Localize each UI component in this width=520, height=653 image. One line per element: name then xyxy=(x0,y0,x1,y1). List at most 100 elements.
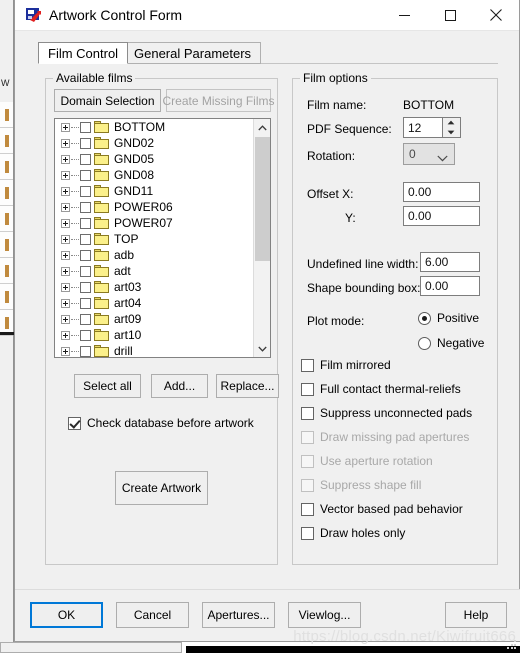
expand-icon[interactable] xyxy=(61,202,70,212)
folder-icon xyxy=(94,121,109,133)
expand-icon[interactable] xyxy=(61,234,70,244)
create-missing-films-button[interactable]: Create Missing Films xyxy=(162,89,275,112)
tree-item-checkbox[interactable] xyxy=(80,329,91,341)
tree-item-checkbox[interactable] xyxy=(80,169,91,181)
checkbox-box xyxy=(301,406,314,420)
offset-x-input[interactable]: 0.00 xyxy=(403,182,480,202)
tree-item-checkbox[interactable] xyxy=(80,297,91,309)
offset-x-label: Offset X: xyxy=(307,187,354,201)
title-bar[interactable]: Artwork Control Form xyxy=(15,0,519,31)
domain-selection-button[interactable]: Domain Selection xyxy=(54,89,161,112)
add-button[interactable]: Add... xyxy=(151,374,208,398)
tree-item[interactable]: TOP xyxy=(55,231,253,247)
tree-item-checkbox[interactable] xyxy=(80,249,91,261)
expand-icon[interactable] xyxy=(61,186,70,196)
tree-item-checkbox[interactable] xyxy=(80,121,91,133)
ok-button[interactable]: OK xyxy=(30,602,103,628)
tree-item-checkbox[interactable] xyxy=(80,153,91,165)
check-database-before-artwork-checkbox[interactable]: Check database before artwork xyxy=(68,416,254,430)
minimize-icon[interactable] xyxy=(381,0,427,30)
tree-item[interactable]: BOTTOM xyxy=(55,119,253,135)
folder-icon xyxy=(94,217,109,229)
tree-item-checkbox[interactable] xyxy=(80,217,91,229)
plot-mode-positive-radio[interactable]: Positive xyxy=(418,311,479,325)
tree-item-checkbox[interactable] xyxy=(80,265,91,277)
scrollbar-thumb[interactable] xyxy=(255,137,270,261)
tree-connector xyxy=(71,190,79,192)
folder-icon xyxy=(94,345,109,357)
expand-icon[interactable] xyxy=(61,282,70,292)
expand-icon[interactable] xyxy=(61,170,70,180)
tree-item-checkbox[interactable] xyxy=(80,313,91,325)
tree-item[interactable]: adt xyxy=(55,263,253,279)
tab-general-parameters[interactable]: General Parameters xyxy=(124,42,262,64)
expand-icon[interactable] xyxy=(61,138,70,148)
draw-holes-only-checkbox[interactable]: Draw holes only xyxy=(301,526,405,540)
rotation-select[interactable]: 0 xyxy=(403,143,455,165)
cancel-button[interactable]: Cancel xyxy=(116,602,189,628)
folder-icon xyxy=(94,281,109,293)
offset-y-input[interactable]: 0.00 xyxy=(403,206,480,226)
tree-item-checkbox[interactable] xyxy=(80,201,91,213)
tree-item[interactable]: art04 xyxy=(55,295,253,311)
tree-item[interactable]: GND08 xyxy=(55,167,253,183)
tree-item[interactable]: art10 xyxy=(55,327,253,343)
tree-item[interactable]: GND11 xyxy=(55,183,253,199)
resize-grip[interactable] xyxy=(507,640,517,650)
tree-item-checkbox[interactable] xyxy=(80,345,91,357)
shape-bounding-box-input[interactable]: 0.00 xyxy=(420,276,480,296)
tree-item[interactable]: GND05 xyxy=(55,151,253,167)
check-database-label: Check database before artwork xyxy=(87,416,254,430)
pdf-sequence-stepper[interactable] xyxy=(443,117,461,138)
expand-icon[interactable] xyxy=(61,266,70,276)
films-list-scrollbar[interactable] xyxy=(253,119,270,357)
help-button[interactable]: Help xyxy=(445,602,507,628)
tree-item[interactable]: art09 xyxy=(55,311,253,327)
tree-item-checkbox[interactable] xyxy=(80,185,91,197)
create-artwork-button[interactable]: Create Artwork xyxy=(115,471,208,505)
expand-icon[interactable] xyxy=(61,218,70,228)
expand-icon[interactable] xyxy=(61,298,70,308)
tree-item[interactable]: GND02 xyxy=(55,135,253,151)
tree-item[interactable]: art03 xyxy=(55,279,253,295)
select-all-button[interactable]: Select all xyxy=(74,374,141,398)
stepper-up-icon[interactable] xyxy=(443,118,459,127)
suppress-unconnected-pads-checkbox[interactable]: Suppress unconnected pads xyxy=(301,406,472,420)
tree-item[interactable]: adb xyxy=(55,247,253,263)
replace-button[interactable]: Replace... xyxy=(216,374,279,398)
close-icon[interactable] xyxy=(473,0,519,30)
tab-film-control[interactable]: Film Control xyxy=(38,42,129,64)
full-contact-thermal-reliefs-label: Full contact thermal-reliefs xyxy=(320,382,461,396)
plot-mode-negative-radio[interactable]: Negative xyxy=(418,336,484,350)
viewlog-label: Viewlog... xyxy=(298,608,351,622)
tree-item-checkbox[interactable] xyxy=(80,137,91,149)
draw-missing-pad-apertures-checkbox: Draw missing pad apertures xyxy=(301,430,469,444)
vector-based-pad-behavior-checkbox[interactable]: Vector based pad behavior xyxy=(301,502,463,516)
undefined-line-width-input[interactable]: 6.00 xyxy=(420,252,480,272)
tree-item[interactable]: POWER06 xyxy=(55,199,253,215)
stepper-down-icon[interactable] xyxy=(443,128,459,137)
artwork-control-form-dialog: Artwork Control Form Film Control Genera… xyxy=(14,0,520,642)
expand-icon[interactable] xyxy=(61,314,70,324)
tree-connector xyxy=(71,350,79,352)
film-mirrored-checkbox[interactable]: Film mirrored xyxy=(301,358,391,372)
expand-icon[interactable] xyxy=(61,330,70,340)
viewlog-button[interactable]: Viewlog... xyxy=(288,602,361,628)
tree-connector xyxy=(71,254,79,256)
pdf-sequence-input[interactable]: 12 xyxy=(403,117,443,138)
use-aperture-rotation-label: Use aperture rotation xyxy=(320,454,433,468)
full-contact-thermal-reliefs-checkbox[interactable]: Full contact thermal-reliefs xyxy=(301,382,461,396)
expand-icon[interactable] xyxy=(61,346,70,356)
scroll-up-icon[interactable] xyxy=(254,119,270,136)
expand-icon[interactable] xyxy=(61,154,70,164)
tree-item[interactable]: drill xyxy=(55,343,253,357)
tree-item-checkbox[interactable] xyxy=(80,281,91,293)
expand-icon[interactable] xyxy=(61,122,70,132)
apertures-button[interactable]: Apertures... xyxy=(202,602,275,628)
films-tree-list[interactable]: BOTTOM GND02 GND05 GND08 GND11 POWER06 P… xyxy=(54,118,271,358)
scroll-down-icon[interactable] xyxy=(254,340,270,357)
expand-icon[interactable] xyxy=(61,250,70,260)
tree-item-checkbox[interactable] xyxy=(80,233,91,245)
tree-item[interactable]: POWER07 xyxy=(55,215,253,231)
maximize-icon[interactable] xyxy=(427,0,473,30)
